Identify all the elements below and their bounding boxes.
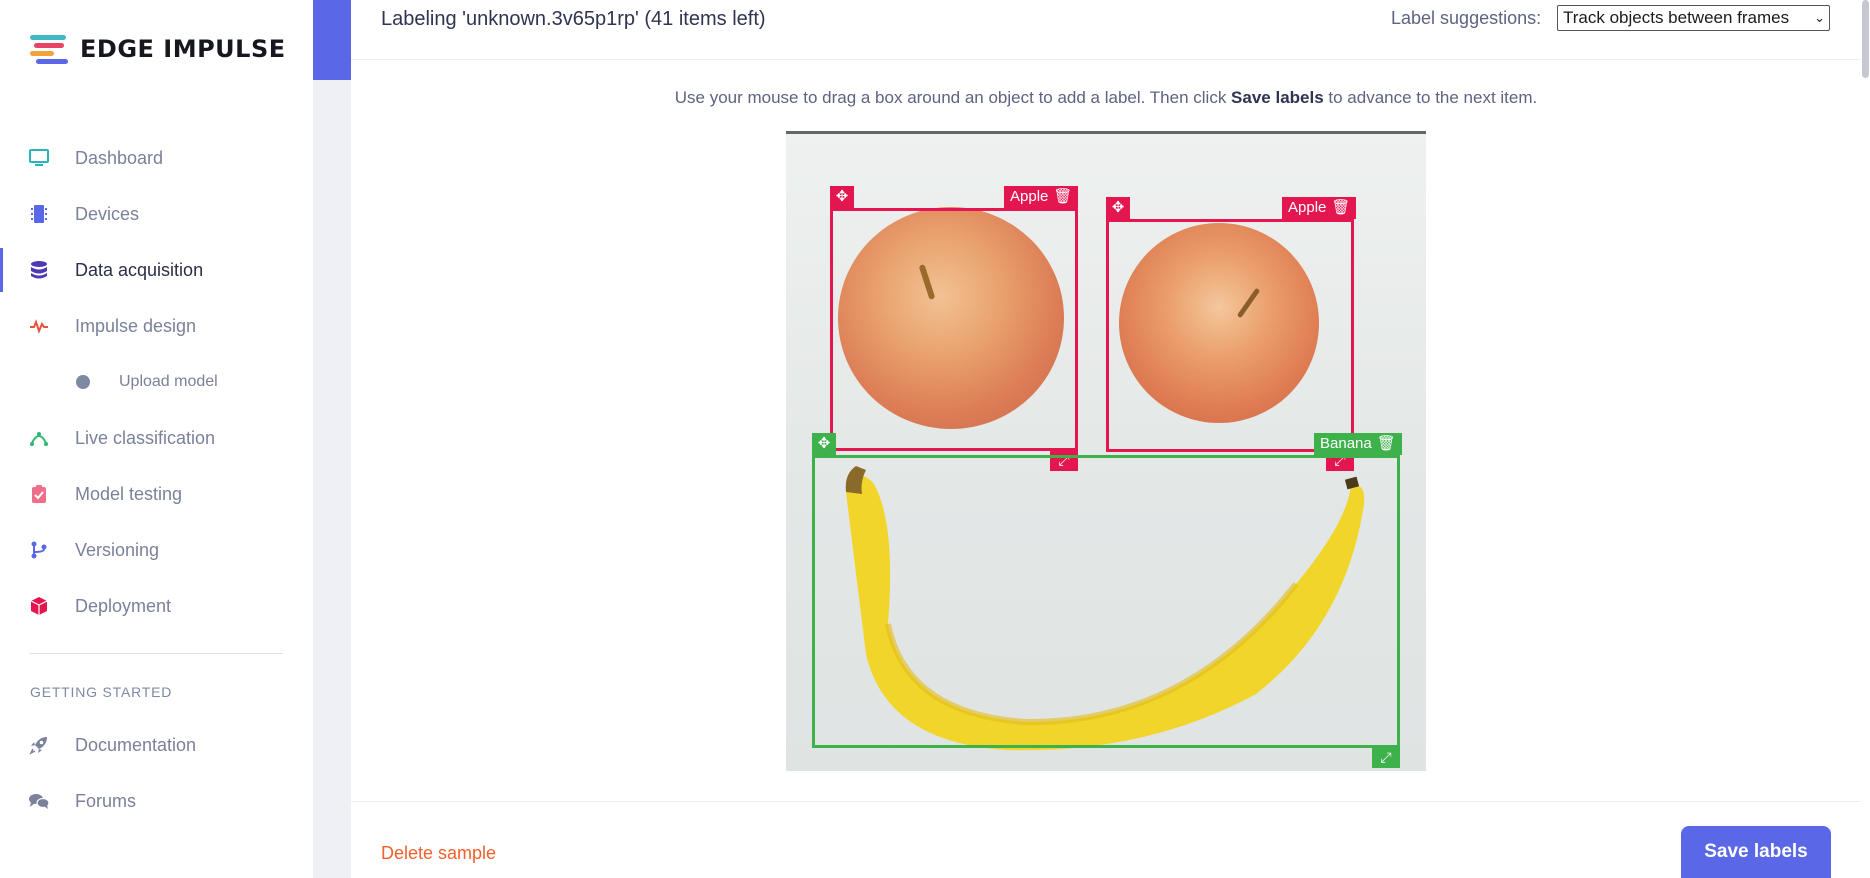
sidebar-item-label: Dashboard (75, 147, 164, 168)
sidebar-item-live-classification[interactable]: Live classification (0, 416, 313, 460)
sidebar: EDGE IMPULSE Dashboard Devices Data acqu… (0, 0, 313, 878)
logo[interactable]: EDGE IMPULSE (30, 33, 286, 65)
box-label-tag[interactable]: Apple 🗑︎ (1004, 186, 1079, 208)
instruction-bold: Save labels (1231, 88, 1324, 107)
delete-sample-link[interactable]: Delete sample (381, 843, 496, 864)
trash-icon[interactable]: 🗑︎ (1053, 186, 1072, 208)
database-icon (28, 259, 50, 281)
scrollbar[interactable] (1861, 0, 1870, 878)
labeling-canvas[interactable]: ✥ Apple 🗑︎ ⤢ ✥ Apple 🗑︎ ⤢ ✥ Banana 🗑︎ ⤢ (786, 131, 1426, 771)
chat-icon (28, 790, 50, 812)
sidebar-item-documentation[interactable]: Documentation (0, 723, 313, 767)
bullet-icon (76, 375, 90, 389)
section-title-getting-started: GETTING STARTED (30, 684, 173, 700)
label-suggestions-value: Track objects between frames (1563, 8, 1790, 27)
box-label-tag[interactable]: Banana 🗑︎ (1314, 433, 1402, 455)
save-labels-button[interactable]: Save labels (1681, 826, 1831, 878)
sidebar-item-label: Deployment (75, 595, 172, 616)
monitor-icon (28, 147, 50, 169)
brand-name: EDGE IMPULSE (80, 35, 286, 63)
sidebar-subitem-label: Upload model (119, 373, 218, 390)
edge-impulse-logo-icon (30, 33, 70, 65)
labeling-header: Labeling 'unknown.3v65p1rp' (41 items le… (351, 0, 1861, 60)
graph-icon (28, 427, 50, 449)
move-handle-icon[interactable]: ✥ (830, 186, 854, 208)
label-suggestions-label: Label suggestions: (1391, 8, 1542, 28)
sidebar-item-dashboard[interactable]: Dashboard (0, 136, 313, 180)
sidebar-item-label: Model testing (75, 483, 183, 504)
sidebar-item-label: Devices (75, 203, 140, 224)
bounding-box[interactable] (830, 208, 1078, 451)
sidebar-divider (30, 653, 283, 654)
branch-icon (28, 539, 50, 561)
sidebar-item-model-testing[interactable]: Model testing (0, 472, 313, 516)
clipboard-check-icon (28, 483, 50, 505)
trash-icon[interactable]: 🗑︎ (1377, 433, 1396, 455)
chevron-down-icon: ⌄ (1814, 10, 1825, 25)
sidebar-item-label: Versioning (75, 539, 160, 560)
sidebar-item-label: Data acquisition (75, 259, 204, 280)
sidebar-item-forums[interactable]: Forums (0, 779, 313, 823)
resize-handle-icon[interactable]: ⤢ (1372, 746, 1400, 768)
sidebar-item-versioning[interactable]: Versioning (0, 528, 313, 572)
move-handle-icon[interactable]: ✥ (812, 433, 836, 455)
main-panel: Labeling 'unknown.3v65p1rp' (41 items le… (351, 0, 1861, 878)
box-label: Apple (1288, 199, 1327, 216)
scrollbar-thumb[interactable] (1862, 0, 1869, 78)
label-suggestions-select[interactable]: Track objects between frames ⌄ (1557, 5, 1830, 31)
sidebar-item-label: Impulse design (75, 315, 197, 336)
move-handle-icon[interactable]: ✥ (1106, 197, 1130, 219)
footer-divider (351, 801, 1861, 802)
box-label-tag[interactable]: Apple 🗑︎ (1282, 197, 1357, 219)
pulse-icon (28, 315, 50, 337)
sidebar-item-label: Live classification (75, 427, 216, 448)
sidebar-subitem-upload-model[interactable]: Upload model (0, 364, 313, 400)
sidebar-item-data-acquisition[interactable]: Data acquisition (0, 248, 313, 292)
instruction-text: Use your mouse to drag a box around an o… (674, 88, 1538, 107)
sidebar-item-label: Documentation (75, 734, 197, 755)
cube-icon (28, 595, 50, 617)
bounding-box[interactable] (812, 455, 1400, 748)
rocket-icon (28, 734, 50, 756)
sidebar-item-impulse-design[interactable]: Impulse design (0, 304, 313, 348)
page-title: Labeling 'unknown.3v65p1rp' (41 items le… (381, 8, 766, 30)
chip-icon (28, 203, 50, 225)
box-label: Banana (1320, 435, 1372, 452)
sidebar-item-label: Forums (75, 790, 137, 811)
trash-icon[interactable]: 🗑︎ (1331, 197, 1350, 219)
box-label: Apple (1010, 188, 1049, 205)
sidebar-item-deployment[interactable]: Deployment (0, 584, 313, 628)
sidebar-item-devices[interactable]: Devices (0, 192, 313, 236)
bounding-box[interactable] (1106, 219, 1354, 452)
accent-bar (313, 0, 351, 80)
